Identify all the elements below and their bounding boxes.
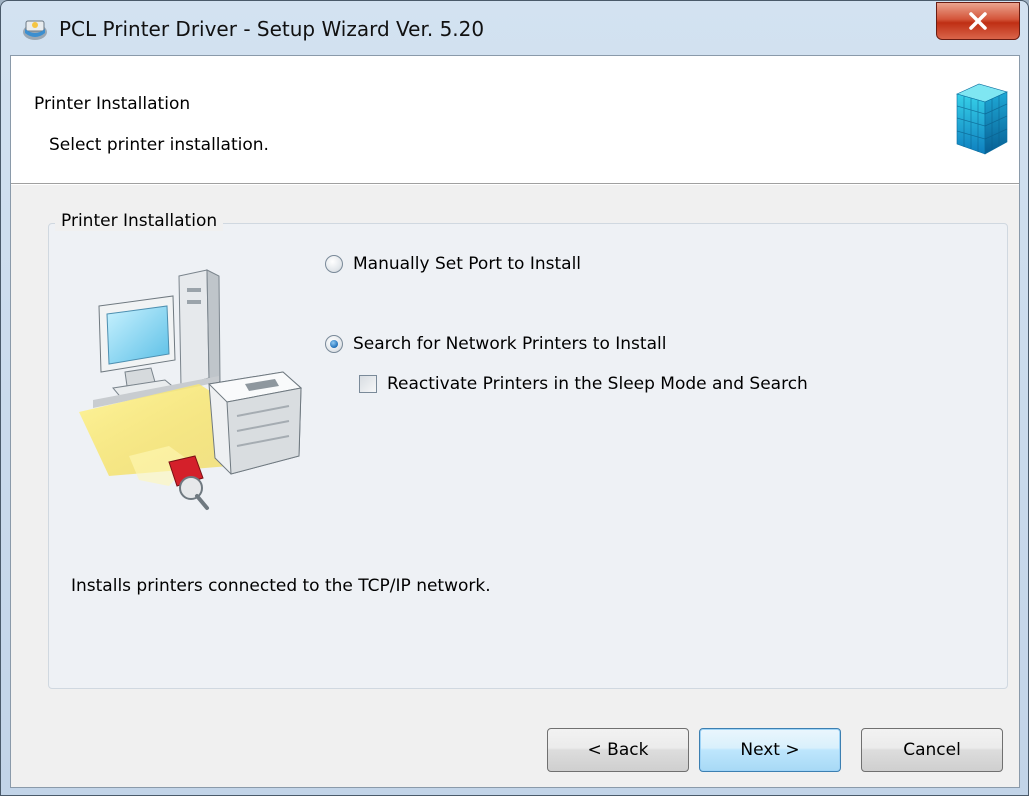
manual-port-option[interactable]: Manually Set Port to Install bbox=[325, 254, 581, 274]
page-title: Printer Installation bbox=[34, 94, 191, 114]
header-separator bbox=[11, 183, 1019, 185]
search-network-label: Search for Network Printers to Install bbox=[353, 334, 667, 354]
cancel-button[interactable]: Cancel bbox=[861, 728, 1003, 772]
option-description: Installs printers connected to the TCP/I… bbox=[71, 576, 491, 596]
computer-network-printer-icon bbox=[79, 269, 303, 510]
window-title: PCL Printer Driver - Setup Wizard Ver. 5… bbox=[59, 17, 485, 41]
reactivate-sleep-label: Reactivate Printers in the Sleep Mode an… bbox=[387, 374, 808, 394]
search-network-radio[interactable] bbox=[325, 335, 343, 353]
title-bar[interactable]: PCL Printer Driver - Setup Wizard Ver. 5… bbox=[1, 1, 1028, 55]
close-x-icon bbox=[969, 12, 987, 30]
wizard-client-area: Printer Installation Select printer inst… bbox=[10, 55, 1020, 788]
blue-cube-icon bbox=[956, 83, 1008, 155]
next-button[interactable]: Next > bbox=[699, 728, 841, 772]
reactivate-sleep-checkbox[interactable] bbox=[359, 375, 377, 393]
printer-driver-icon bbox=[23, 20, 47, 40]
manual-port-label: Manually Set Port to Install bbox=[353, 254, 582, 274]
search-network-option[interactable]: Search for Network Printers to Install bbox=[325, 334, 666, 354]
reactivate-sleep-option[interactable]: Reactivate Printers in the Sleep Mode an… bbox=[359, 374, 808, 394]
close-button[interactable] bbox=[936, 2, 1020, 40]
group-legend: Printer Installation bbox=[55, 211, 224, 231]
back-button[interactable]: < Back bbox=[547, 728, 689, 772]
setup-wizard-window: PCL Printer Driver - Setup Wizard Ver. 5… bbox=[0, 0, 1029, 796]
manual-port-radio[interactable] bbox=[325, 255, 343, 273]
wizard-header: Printer Installation Select printer inst… bbox=[11, 56, 1019, 183]
page-subtitle: Select printer installation. bbox=[49, 135, 269, 155]
